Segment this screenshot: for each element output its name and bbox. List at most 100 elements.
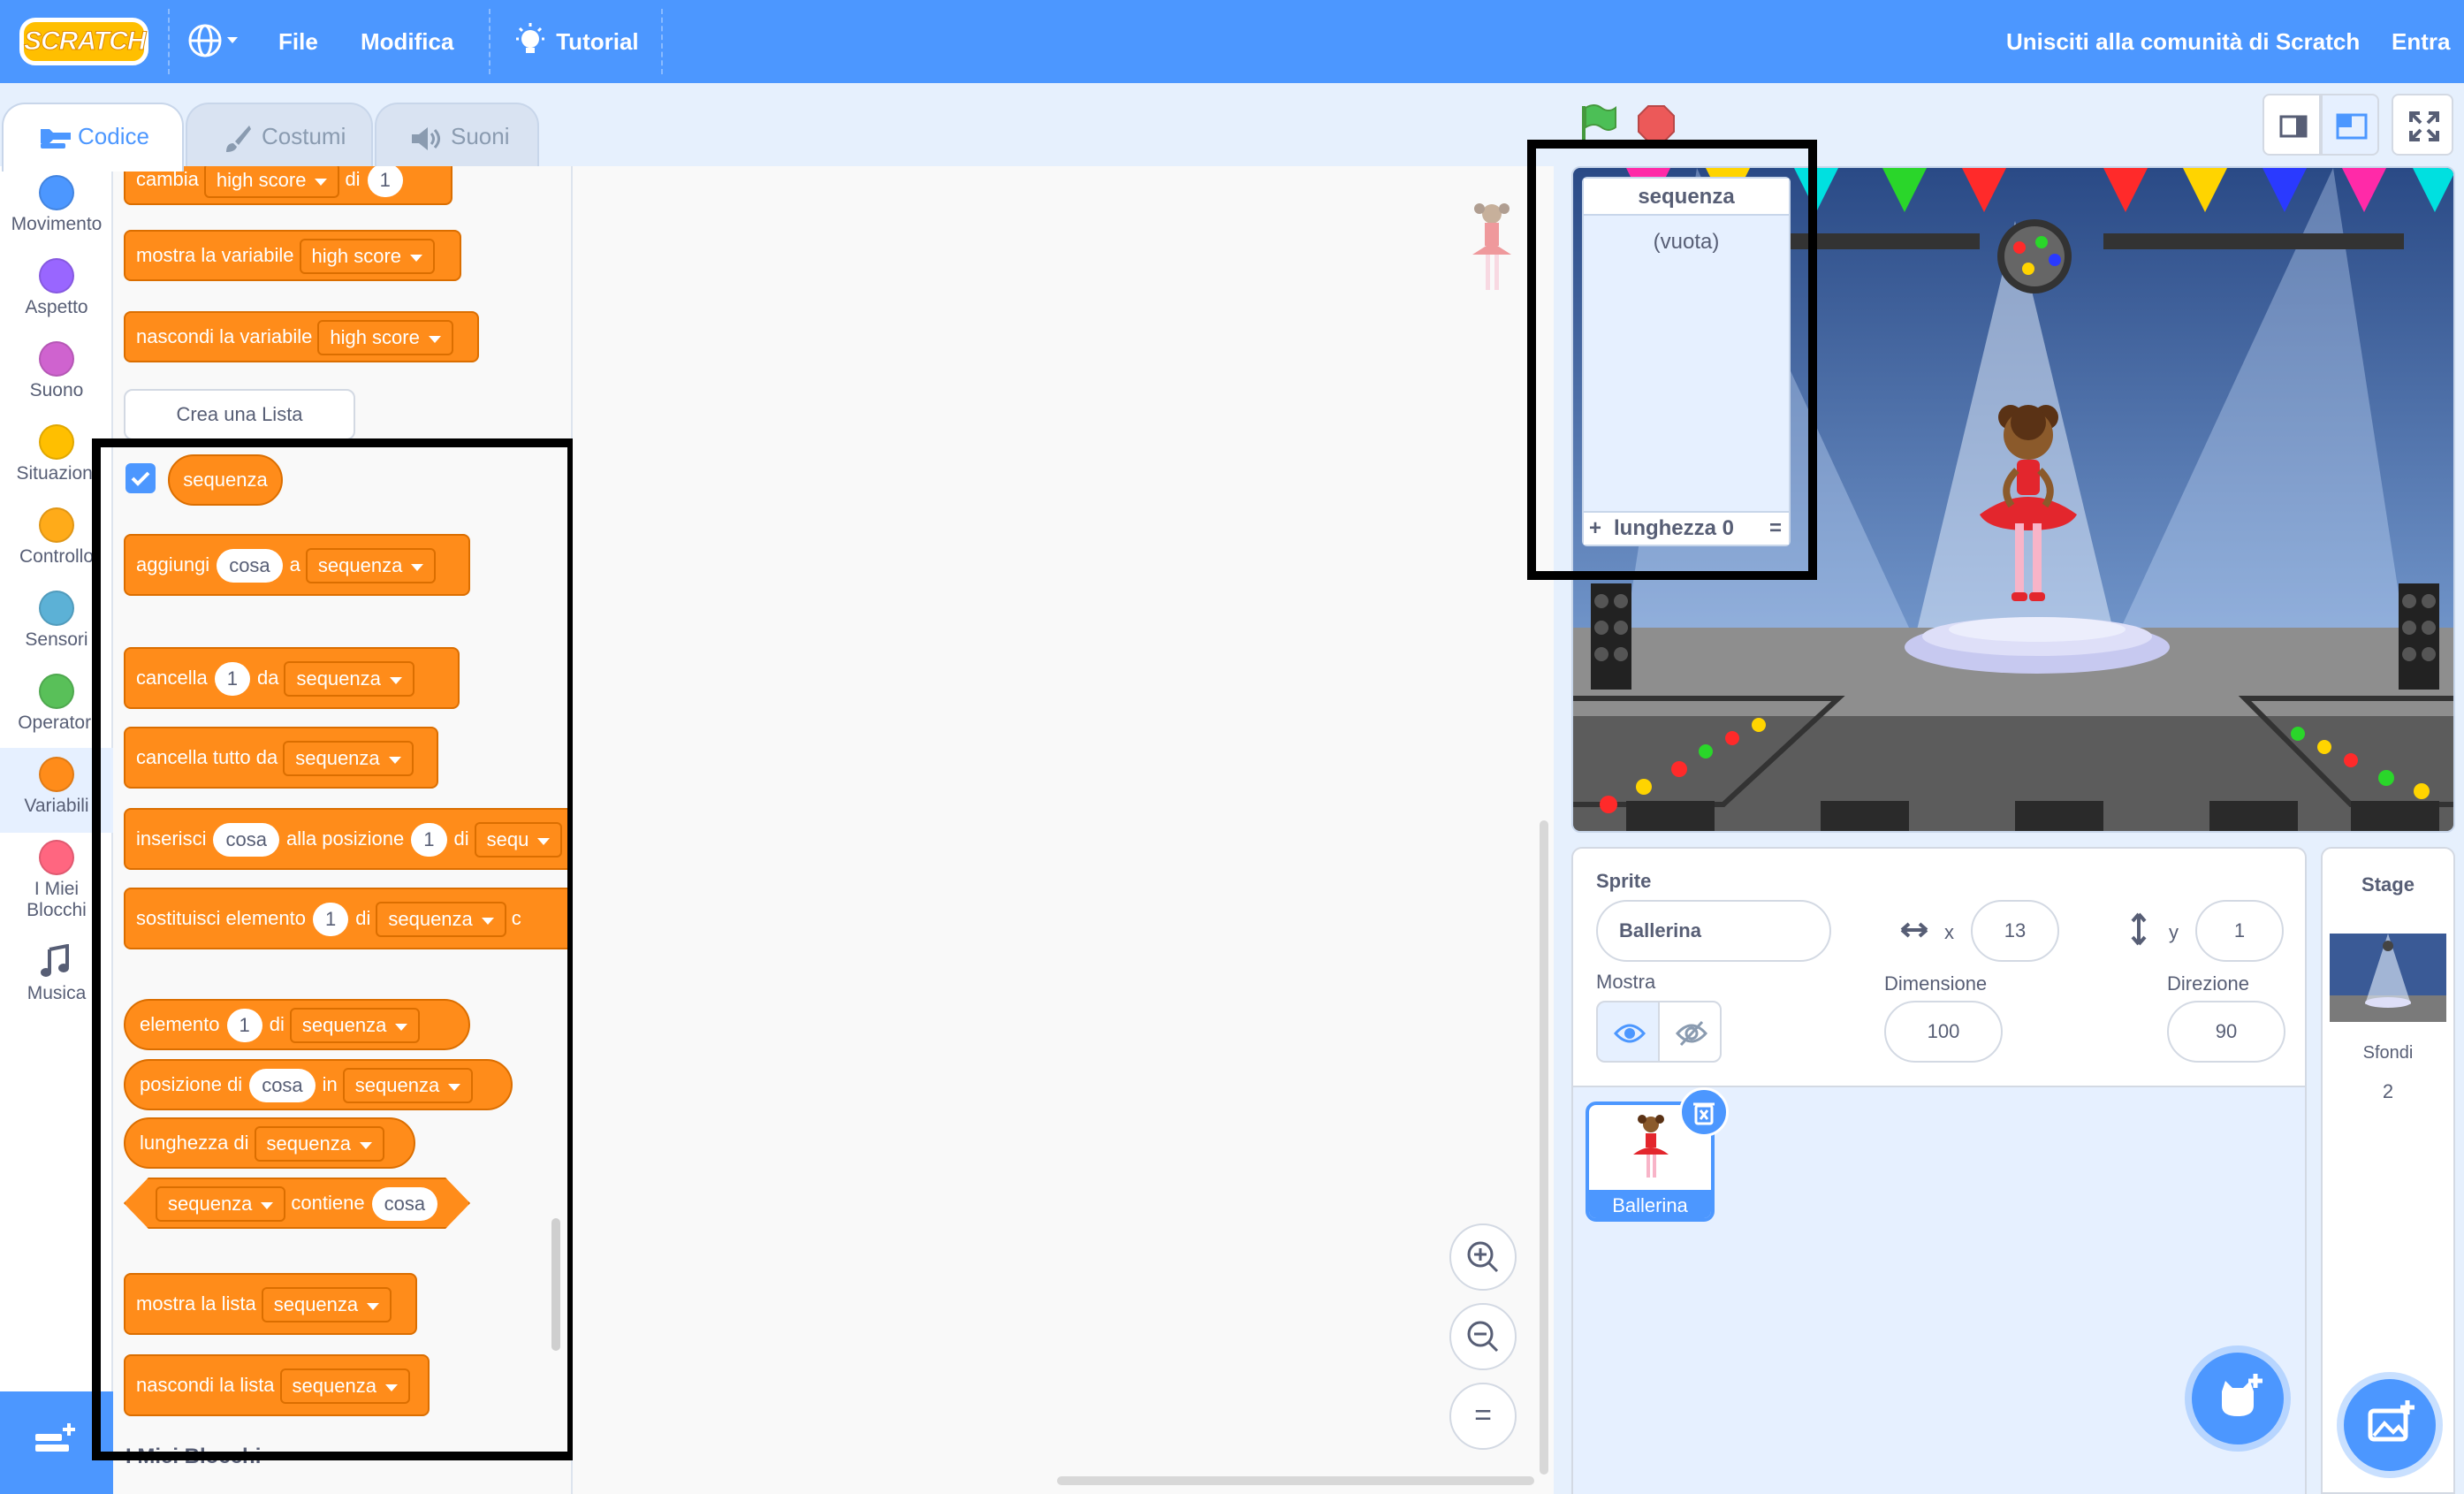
sign-in-link[interactable]: Entra <box>2392 0 2450 83</box>
x-label: x <box>1944 921 1954 943</box>
category-label: Variabili <box>24 796 89 816</box>
zoom-out-button[interactable] <box>1449 1303 1517 1370</box>
category-label: Movimento <box>11 214 103 234</box>
make-list-button[interactable]: Crea una Lista <box>124 389 355 440</box>
sprite-thumbnail-label: Ballerina <box>1589 1190 1711 1218</box>
zoom-reset-button[interactable]: = <box>1449 1383 1517 1450</box>
y-input[interactable]: 1 <box>2195 900 2284 962</box>
category-label: Operatori <box>18 713 95 733</box>
language-menu[interactable] <box>186 0 239 83</box>
stop-icon[interactable] <box>1637 104 1676 143</box>
green-flag-icon[interactable] <box>1578 103 1617 145</box>
add-extension-icon <box>35 1423 75 1452</box>
eye-slash-icon <box>1675 1020 1708 1047</box>
category-looks[interactable]: Aspetto <box>0 258 113 332</box>
eye-icon <box>1613 1024 1646 1043</box>
trash-icon <box>1693 1102 1715 1125</box>
tab-sounds[interactable]: Suoni <box>375 103 539 168</box>
category-label: Suono <box>29 380 84 400</box>
sprite-ghost-icon <box>1472 203 1511 290</box>
tutorial-label: Tutorial <box>556 28 639 55</box>
stage-title: Stage <box>2361 873 2415 896</box>
value-input[interactable]: 1 <box>367 166 403 198</box>
join-link[interactable]: Unisciti alla comunità di Scratch <box>2006 0 2360 83</box>
vertical-arrows-icon <box>2131 912 2147 946</box>
ballerina-thumbnail <box>1633 1115 1669 1178</box>
normal-stage-button[interactable] <box>2321 94 2379 156</box>
stage-selector[interactable]: Stage Sfondi 2 <box>2321 847 2455 1494</box>
category-label: I Miei Blocchi <box>27 879 87 920</box>
menu-divider <box>661 9 663 74</box>
add-backdrop-button[interactable] <box>2344 1379 2436 1471</box>
hide-sprite-button[interactable] <box>1658 1001 1722 1063</box>
script-horizontal-scrollbar[interactable] <box>1057 1476 1534 1485</box>
backdrops-label: Sfondi <box>2362 1043 2414 1063</box>
show-sprite-button[interactable] <box>1596 1001 1660 1063</box>
sensing-dot <box>39 591 74 626</box>
zoom-in-button[interactable] <box>1449 1223 1517 1291</box>
category-label: Situazioni <box>16 463 97 484</box>
edit-menu[interactable]: Modifica <box>361 0 453 83</box>
zoom-out-icon <box>1467 1321 1499 1353</box>
control-dot <box>39 507 74 543</box>
variables-dot <box>39 757 74 792</box>
direction-input[interactable]: 90 <box>2167 1001 2285 1063</box>
show-variable-block[interactable]: mostra la variabile high score <box>124 230 461 281</box>
looks-dot <box>39 258 74 293</box>
backdrops-count: 2 <box>2382 1080 2394 1102</box>
variable-dropdown[interactable]: high score <box>317 320 453 356</box>
ballerina-sprite[interactable] <box>1962 400 2095 612</box>
category-motion[interactable]: Movimento <box>0 175 113 249</box>
tutorial-button[interactable]: Tutorial <box>514 0 639 83</box>
operators-dot <box>39 674 74 709</box>
variable-dropdown[interactable]: high score <box>299 239 436 275</box>
sound-dot <box>39 341 74 377</box>
tab-code-label: Codice <box>78 123 149 149</box>
category-label: Musica <box>27 983 87 1003</box>
sprite-label: Sprite <box>1596 870 1652 892</box>
cat-add-icon <box>2222 1374 2262 1416</box>
brush-icon <box>226 126 251 152</box>
menu-divider <box>489 9 491 74</box>
show-label: Mostra <box>1596 971 1656 993</box>
lightbulb-icon <box>516 23 544 53</box>
script-area[interactable]: = <box>573 166 1554 1494</box>
menu-divider <box>168 9 170 74</box>
events-dot <box>39 424 74 460</box>
script-vertical-scrollbar[interactable] <box>1540 820 1548 1475</box>
category-sound[interactable]: Suono <box>0 341 113 415</box>
variable-dropdown[interactable]: high score <box>203 166 340 199</box>
backdrop-thumbnail[interactable] <box>2330 934 2446 1022</box>
tab-costumes[interactable]: Costumi <box>186 103 373 168</box>
y-label: y <box>2169 921 2179 943</box>
code-icon <box>41 129 71 149</box>
change-variable-block[interactable]: cambia high score di 1 <box>124 166 452 205</box>
sprite-info-pane: Sprite Ballerina x 13 y 1 Mostra Dimensi… <box>1571 847 2307 1494</box>
small-stage-icon <box>2279 115 2308 138</box>
sprite-name-input[interactable]: Ballerina <box>1596 900 1831 962</box>
highlight-box-palette <box>92 438 576 1460</box>
block-text: mostra la variabile <box>136 244 294 266</box>
music-note-icon <box>41 944 69 977</box>
size-input[interactable]: 100 <box>1884 1001 2003 1063</box>
add-sprite-button[interactable] <box>2192 1353 2284 1444</box>
small-stage-button[interactable] <box>2262 94 2321 156</box>
category-label: Controllo <box>19 546 95 567</box>
fullscreen-icon <box>2409 111 2439 141</box>
zoom-in-icon <box>1467 1241 1499 1273</box>
fullscreen-button[interactable] <box>2392 94 2453 156</box>
sprite-list: Ballerina <box>1573 1086 2305 1494</box>
block-text: nascondi la variabile <box>136 325 313 347</box>
speaker-icon <box>412 127 440 150</box>
tab-sounds-label: Suoni <box>451 123 510 149</box>
delete-sprite-button[interactable] <box>1679 1087 1729 1137</box>
direction-label: Direzione <box>2167 972 2249 995</box>
file-menu[interactable]: File <box>278 0 318 83</box>
my-blocks-dot <box>39 840 74 875</box>
menu-bar: SCRATCH File Modifica Tutorial Unisciti … <box>0 0 2464 83</box>
x-input[interactable]: 13 <box>1971 900 2059 962</box>
scratch-logo[interactable]: SCRATCH <box>19 18 148 65</box>
hide-variable-block[interactable]: nascondi la variabile high score <box>124 311 479 362</box>
horizontal-arrows-icon <box>1900 922 1928 938</box>
tab-code[interactable]: Codice <box>2 103 184 172</box>
